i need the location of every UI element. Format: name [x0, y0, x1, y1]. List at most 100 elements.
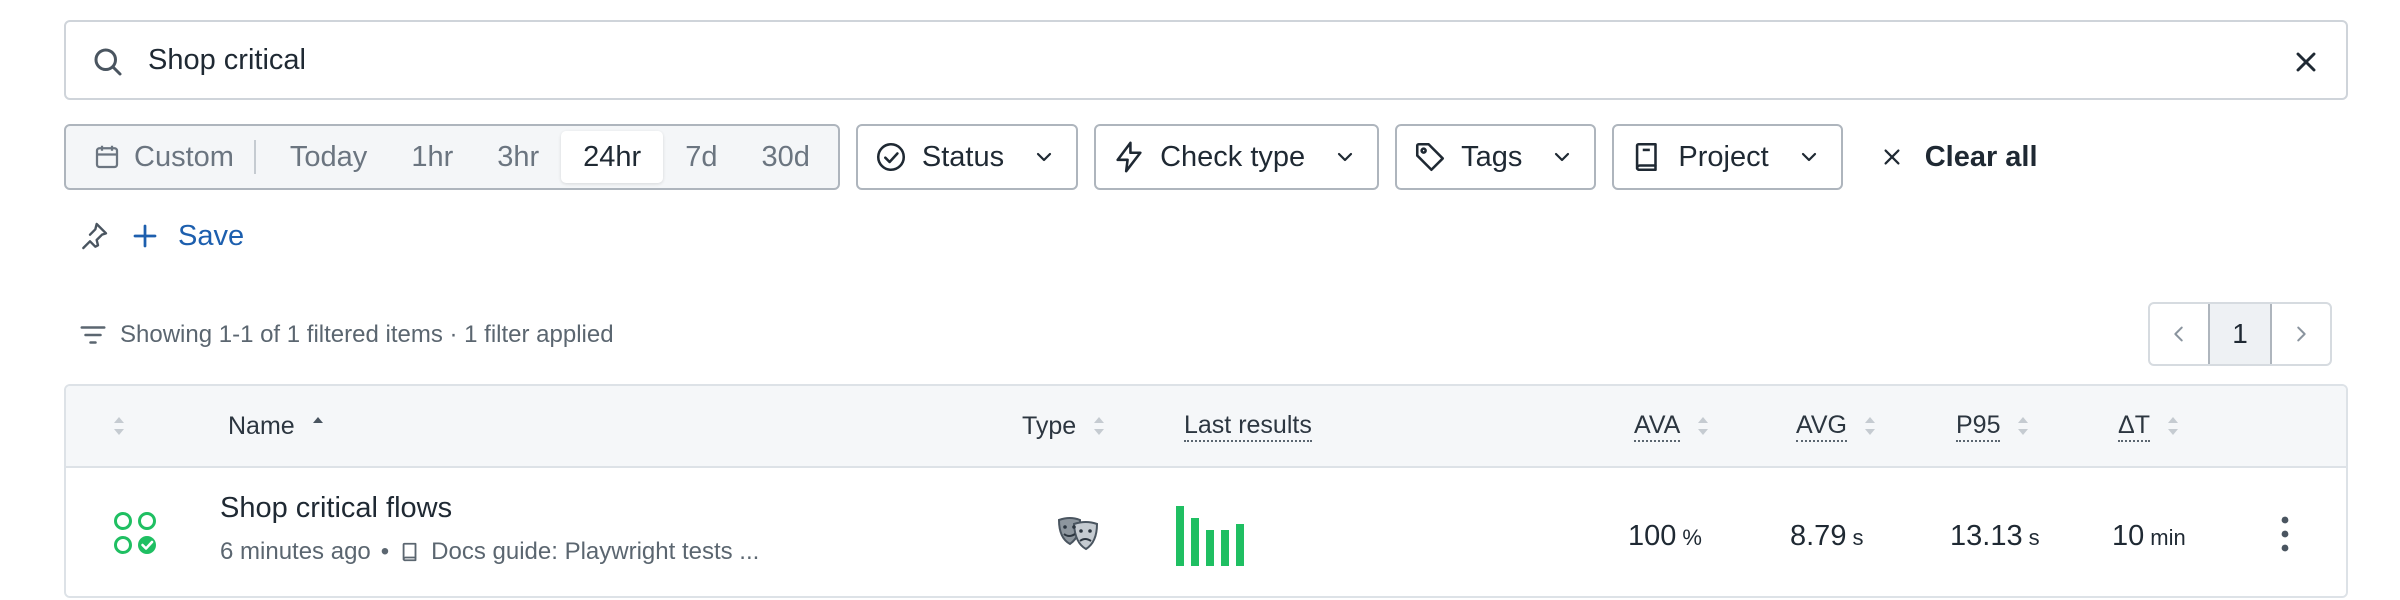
summary-text: Showing 1-1 of 1 filtered items · 1 filt… — [120, 321, 614, 348]
ava-column-header[interactable]: AVA — [1634, 386, 1710, 466]
avg-unit: s — [1852, 525, 1864, 550]
result-bar[interactable] — [1206, 530, 1214, 566]
clear-all-label: Clear all — [1924, 140, 2038, 173]
divider — [253, 140, 256, 174]
sort-icon — [1864, 417, 1875, 435]
name-column-header[interactable]: Name — [228, 386, 325, 466]
dt-unit: min — [2150, 525, 2186, 550]
more-options-icon[interactable] — [2278, 514, 2292, 554]
result-bar[interactable] — [1236, 524, 1244, 566]
save-label: Save — [178, 219, 245, 252]
sort-icon — [2018, 417, 2029, 435]
table-header: Name Type Last results AVA AVG P95 ΔT — [66, 386, 2346, 468]
sort-icon — [1698, 417, 1709, 435]
time-option-3hr[interactable]: 3hr — [475, 131, 561, 183]
search-icon — [94, 48, 122, 76]
check-type-filter-dropdown[interactable]: Check type — [1094, 124, 1380, 190]
status-column-header[interactable] — [112, 386, 126, 466]
search-bar — [64, 20, 2348, 100]
project-filter-label: Project — [1678, 140, 1769, 173]
calendar-icon — [95, 145, 119, 169]
bullet-separator: • — [380, 538, 390, 565]
result-bar[interactable] — [1191, 518, 1199, 566]
p95-value: 13.13 s — [1950, 520, 2040, 553]
tags-filter-label: Tags — [1461, 140, 1523, 173]
clear-all-button[interactable]: Clear all — [1881, 141, 2038, 174]
last-results-header-label: Last results — [1184, 410, 1312, 442]
book-icon — [402, 542, 417, 562]
book-icon — [1636, 142, 1658, 172]
project-name[interactable]: Docs guide: Playwright tests ... — [431, 538, 759, 566]
close-icon — [1884, 149, 1900, 165]
plus-icon — [133, 224, 157, 248]
avg-header-label: AVG — [1796, 410, 1847, 442]
average-value: 8.79 s — [1790, 520, 1863, 553]
chevron-left-icon — [2174, 326, 2183, 342]
ava-unit: % — [1682, 525, 1702, 550]
p95-number: 13.13 — [1950, 520, 2023, 552]
check-name[interactable]: Shop critical flows — [220, 492, 452, 525]
time-option-today[interactable]: Today — [268, 131, 389, 183]
p95-unit: s — [2028, 525, 2040, 550]
sort-icon — [2167, 417, 2178, 435]
p95-header-label: P95 — [1956, 410, 2001, 442]
ava-header-label: AVA — [1634, 410, 1681, 442]
delta-time-header-label: ΔT — [2118, 410, 2150, 442]
status-filter-dropdown[interactable]: Status — [855, 124, 1079, 190]
chevron-down-icon — [1338, 152, 1353, 162]
lightning-icon — [1116, 141, 1142, 173]
type-header-label: Type — [1022, 411, 1077, 440]
pin-icon[interactable] — [78, 220, 110, 252]
time-option-7d[interactable]: 7d — [663, 131, 739, 183]
dt-number: 10 — [2112, 520, 2145, 552]
last-results-sparkline[interactable] — [1174, 504, 1324, 568]
last-run-time: 6 minutes ago — [220, 538, 371, 565]
filter-bar: Custom Today 1hr 3hr 24hr 7d 30d Status … — [64, 124, 2038, 190]
name-header-label: Name — [228, 411, 295, 440]
check-type-filter-label: Check type — [1160, 140, 1306, 173]
filter-lines-icon — [80, 326, 106, 344]
chevron-down-icon — [1036, 152, 1052, 162]
avg-column-header[interactable]: AVG — [1796, 386, 1877, 466]
sort-icon — [1094, 417, 1105, 435]
pagination: 1 — [2148, 302, 2332, 366]
chevron-down-icon — [1801, 152, 1816, 162]
tag-icon — [1416, 142, 1445, 172]
check-group-status-icon — [114, 512, 156, 554]
prev-page-button[interactable] — [2150, 304, 2208, 364]
check-circle-icon — [876, 142, 905, 172]
search-input[interactable] — [148, 34, 2228, 86]
chevron-right-icon — [2297, 326, 2306, 342]
result-bar[interactable] — [1221, 530, 1229, 566]
next-page-button[interactable] — [2272, 304, 2330, 364]
sort-ascending-icon — [312, 417, 323, 435]
avg-number: 8.79 — [1790, 520, 1847, 552]
ava-number: 100 — [1628, 520, 1677, 552]
p95-column-header[interactable]: P95 — [1956, 386, 2030, 466]
type-column-header[interactable]: Type — [1022, 386, 1106, 466]
results-summary: Showing 1-1 of 1 filtered items · 1 filt… — [78, 318, 614, 352]
chevron-down-icon — [1555, 152, 1570, 162]
playwright-masks-icon — [1057, 517, 1099, 551]
time-option-30d[interactable]: 30d — [739, 131, 831, 183]
availability-value: 100% — [1628, 520, 1702, 553]
custom-range-button[interactable]: Custom — [72, 131, 244, 183]
delta-time-value: 10 min — [2112, 520, 2186, 553]
table-row[interactable]: Shop critical flows 6 minutes ago • Docs… — [66, 468, 2346, 596]
save-filter-button[interactable]: Save — [130, 220, 244, 253]
project-filter-dropdown[interactable]: Project — [1612, 124, 1843, 190]
tags-filter-dropdown[interactable]: Tags — [1395, 124, 1597, 190]
delta-time-column-header[interactable]: ΔT — [2118, 386, 2180, 466]
saved-filters-row: Save — [78, 214, 244, 258]
check-meta: 6 minutes ago • Docs guide: Playwright t… — [220, 538, 759, 566]
time-option-1hr[interactable]: 1hr — [389, 131, 475, 183]
checks-table: Name Type Last results AVA AVG P95 ΔT Sh… — [64, 384, 2348, 598]
result-bar[interactable] — [1176, 506, 1184, 566]
sort-icon — [114, 417, 124, 435]
current-page[interactable]: 1 — [2208, 304, 2272, 364]
custom-range-label: Custom — [134, 140, 234, 173]
last-results-column-header: Last results — [1184, 386, 1312, 466]
time-range-selector: Custom Today 1hr 3hr 24hr 7d 30d — [64, 124, 840, 190]
time-option-24hr[interactable]: 24hr — [561, 131, 664, 183]
clear-search-icon[interactable] — [2290, 46, 2322, 78]
